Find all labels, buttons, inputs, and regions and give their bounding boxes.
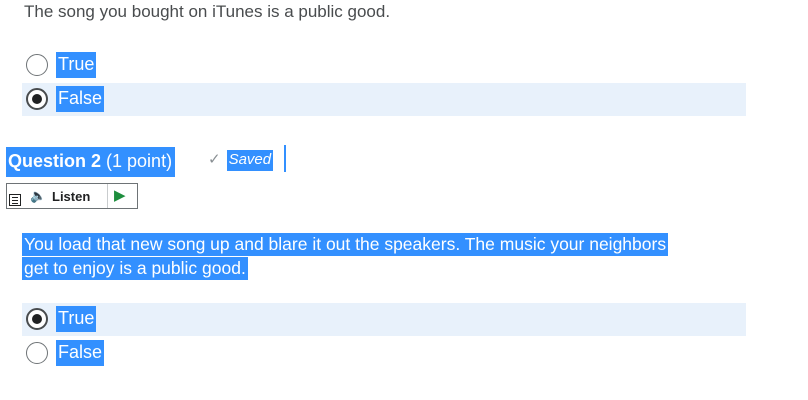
question-2-text-line-1: You load that new song up and blare it o… (22, 233, 669, 256)
q1-false-radio[interactable] (26, 88, 48, 110)
menu-icon[interactable] (9, 194, 21, 206)
listen-divider (107, 184, 108, 208)
q1-option-false[interactable]: False (22, 83, 746, 116)
question-2-text-line-2: get to enjoy is a public good. (22, 257, 248, 280)
q2-option-true[interactable]: True (22, 303, 746, 336)
q2-false-label[interactable]: False (56, 340, 105, 366)
play-icon[interactable]: ▶ (114, 186, 126, 204)
q1-true-radio[interactable] (26, 54, 48, 76)
q2-false-radio[interactable] (26, 342, 48, 364)
question-2-title: Question 2 (8, 151, 102, 171)
q2-true-label[interactable]: True (56, 306, 97, 332)
saved-label: Saved (226, 150, 274, 171)
question-1-text: The song you bought on iTunes is a publi… (24, 2, 391, 21)
listen-button[interactable]: Listen (52, 189, 90, 204)
question-2-heading: Question 2 (1 point) (6, 147, 176, 177)
text-cursor (284, 145, 286, 172)
q1-true-label[interactable]: True (56, 52, 97, 78)
speaker-icon: 🔈 (30, 188, 47, 203)
q1-option-true[interactable]: True (22, 49, 746, 82)
check-icon: ✓ (208, 151, 221, 168)
saved-status: ✓ Saved (208, 150, 274, 171)
question-2-text: You load that new song up and blare it o… (22, 232, 728, 280)
q2-true-radio[interactable] (26, 308, 48, 330)
listen-toolbar[interactable]: 🔈 Listen ▶ (6, 183, 138, 209)
question-2-points: (1 point) (106, 151, 173, 171)
q2-option-false[interactable]: False (22, 337, 746, 370)
q1-false-label[interactable]: False (56, 86, 105, 112)
